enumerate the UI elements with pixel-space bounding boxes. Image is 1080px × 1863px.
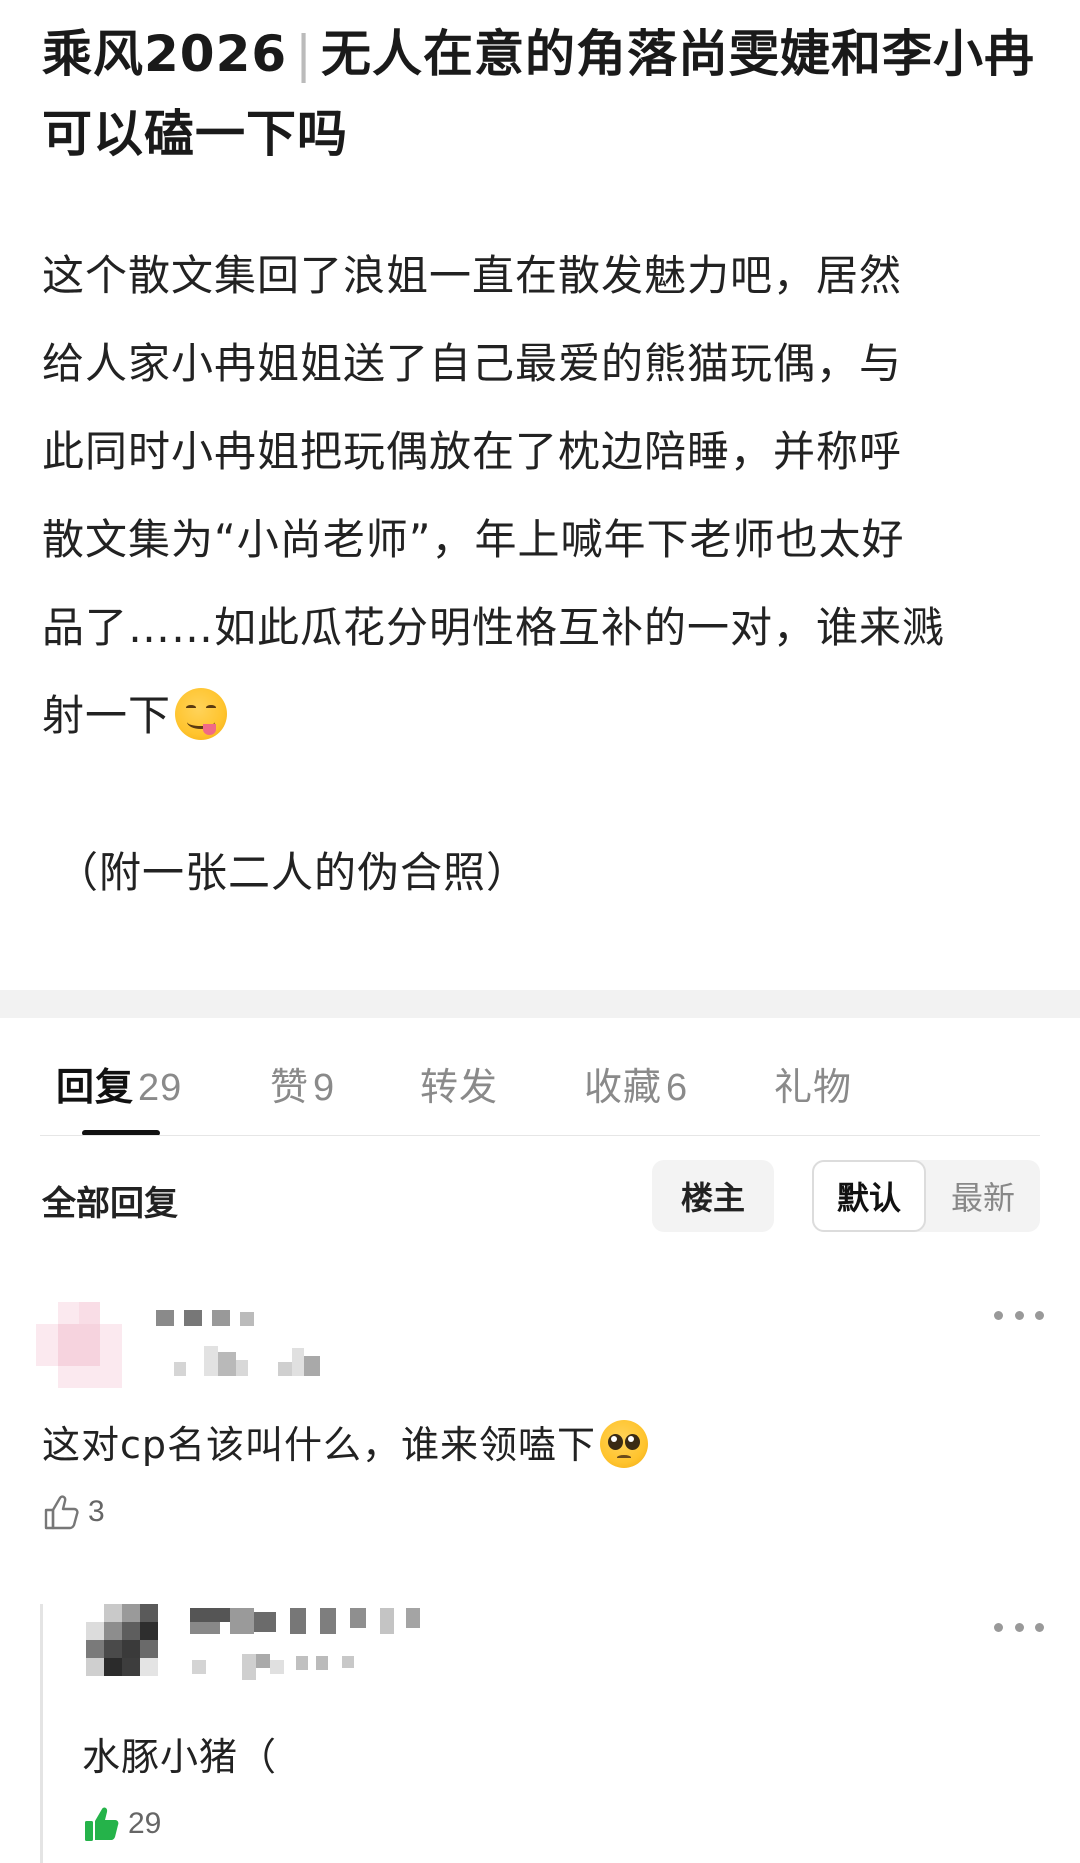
user-meta-blurred — [192, 1650, 372, 1682]
tab-label: 礼物 — [774, 1065, 853, 1109]
tab-reposts[interactable]: 转发 — [420, 1056, 498, 1111]
post-title: 乘风2026 | 无人在意的角落尚雯婕和李小冉可以磕一下吗 — [42, 14, 1052, 174]
comment-body: 这对cp名该叫什么，谁来领嗑下 — [42, 1423, 597, 1467]
op-only-button[interactable]: 楼主 — [652, 1160, 774, 1232]
tab-label: 收藏 — [584, 1065, 663, 1109]
reply-text: 水豚小猪（ — [82, 1735, 278, 1779]
title-prefix: 乘风2026 — [42, 25, 288, 83]
username-blurred — [156, 1310, 256, 1328]
like-button[interactable]: 3 — [42, 1492, 105, 1532]
tab-favorites[interactable]: 收藏 6 — [584, 1056, 688, 1111]
sort-newest-button[interactable]: 最新 — [926, 1160, 1040, 1232]
pleading-face-emoji-icon — [600, 1420, 649, 1468]
tab-gifts[interactable]: 礼物 — [774, 1056, 852, 1111]
tabs-divider — [40, 1135, 1040, 1136]
title-separator: | — [295, 25, 314, 83]
post-page: 乘风2026 | 无人在意的角落尚雯婕和李小冉可以磕一下吗 这个散文集回了浪姐一直在… — [0, 0, 1080, 1863]
tab-replies[interactable]: 回复 29 — [56, 1056, 182, 1111]
section-divider — [0, 990, 1080, 1018]
like-count: 3 — [88, 1495, 105, 1528]
more-options-icon[interactable] — [994, 1620, 1044, 1634]
body-line: 此同时小冉姐把玩偶放在了枕边陪睡，并称呼 — [42, 427, 903, 476]
tab-count: 6 — [666, 1067, 689, 1109]
reply-thread-line — [40, 1604, 43, 1863]
more-options-icon[interactable] — [994, 1308, 1044, 1322]
post-body: 这个散文集回了浪姐一直在散发魅力吧，居然 给人家小冉姐姐送了自己最爱的熊猫玩偶，… — [42, 232, 1042, 760]
like-count: 29 — [128, 1807, 162, 1840]
body-line-last: 射一下 — [42, 672, 1042, 760]
tab-likes[interactable]: 赞9 — [270, 1056, 335, 1111]
yum-face-emoji-icon — [175, 688, 228, 740]
reply-filter-bar: 全部回复 楼主 默认 最新 — [0, 1150, 1080, 1250]
sort-toggle: 默认 最新 — [812, 1160, 1040, 1232]
all-replies-label: 全部回复 — [42, 1184, 178, 1224]
body-line: 这个散文集回了浪姐一直在散发魅力吧，居然 — [42, 251, 903, 300]
post-note: （附一张二人的伪合照） — [56, 848, 530, 897]
comment-text: 这对cp名该叫什么，谁来领嗑下 — [42, 1414, 649, 1469]
tab-count: 9 — [313, 1067, 336, 1109]
username-blurred — [190, 1608, 440, 1636]
tab-label: 转发 — [420, 1065, 499, 1109]
user-meta-blurred — [174, 1346, 334, 1378]
like-button[interactable]: 29 — [82, 1804, 161, 1844]
body-line: 射一下 — [42, 691, 172, 740]
avatar[interactable] — [86, 1604, 158, 1676]
tab-label: 回复 — [56, 1065, 135, 1109]
body-line: 散文集为“小尚老师”，年上喊年下老师也太好 — [42, 515, 905, 564]
tab-count: 29 — [138, 1067, 183, 1109]
thumbs-up-filled-icon — [85, 1807, 119, 1841]
body-line: 品了……如此瓜花分明性格互补的一对，谁来溅 — [42, 603, 946, 652]
body-line: 给人家小冉姐姐送了自己最爱的熊猫玩偶，与 — [42, 339, 903, 388]
avatar[interactable] — [36, 1302, 122, 1388]
thumbs-up-outline-icon — [44, 1495, 79, 1530]
tab-label: 赞 — [270, 1065, 310, 1109]
sort-default-button[interactable]: 默认 — [812, 1160, 926, 1232]
interaction-tabs: 回复 29 赞9 转发 收藏 6 礼物 — [0, 1038, 1080, 1138]
